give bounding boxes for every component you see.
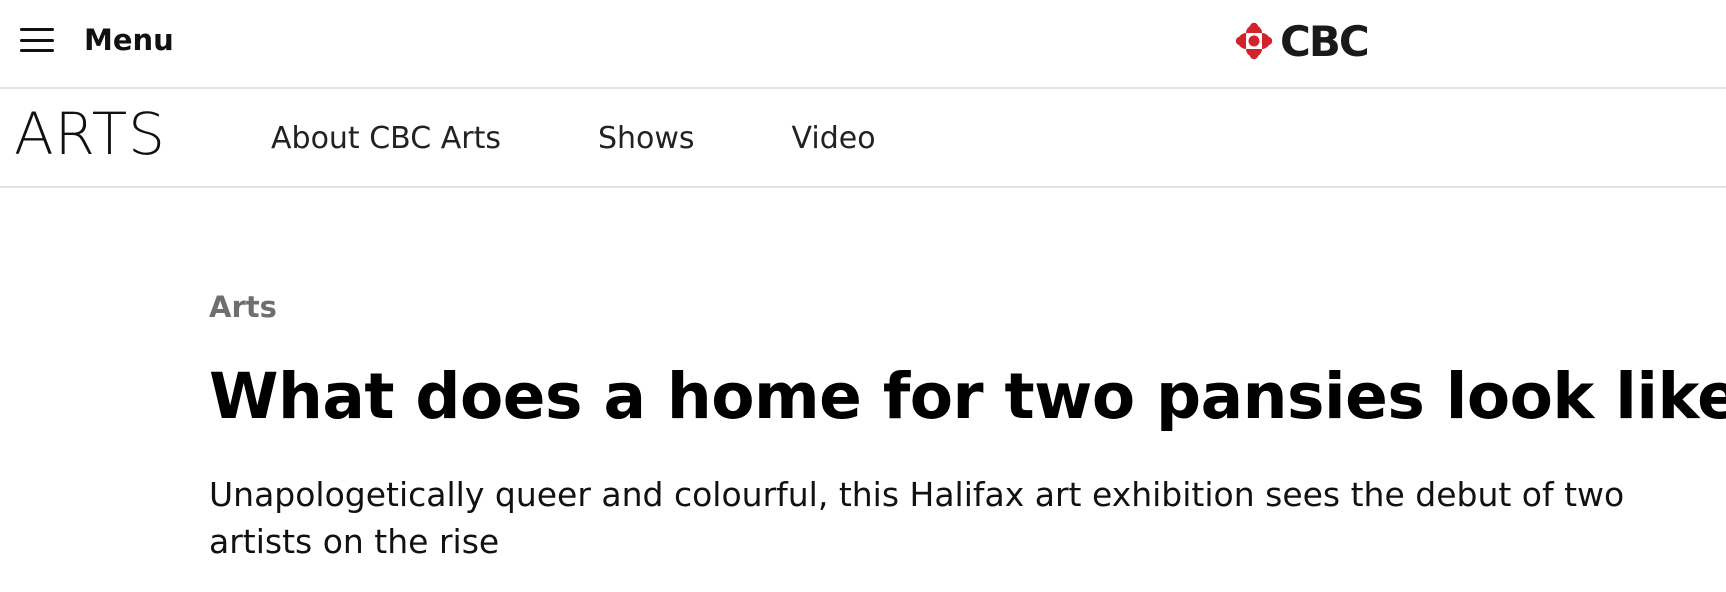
section-nav-links: About CBC Arts Shows Video: [271, 89, 876, 188]
article-deck: Unapologetically queer and colourful, th…: [209, 475, 1625, 562]
article-category-link[interactable]: Arts: [209, 290, 277, 324]
nav-link-about-cbc-arts[interactable]: About CBC Arts: [271, 121, 501, 156]
hamburger-icon: [20, 28, 54, 52]
cbc-gem-icon: [1235, 22, 1273, 60]
top-bar: Menu CBC: [0, 0, 1726, 89]
menu-label: Menu: [84, 23, 174, 57]
section-nav: ARTS About CBC Arts Shows Video: [0, 89, 1726, 188]
nav-link-shows[interactable]: Shows: [598, 121, 695, 156]
article-header: Arts What does a home for two pansies lo…: [209, 290, 1726, 565]
cbc-wordmark: CBC: [1280, 16, 1370, 66]
menu-button[interactable]: Menu: [20, 18, 174, 62]
nav-link-video[interactable]: Video: [792, 121, 876, 156]
article-headline: What does a home for two pansies look li…: [209, 360, 1726, 433]
cbc-logo[interactable]: CBC: [1234, 16, 1370, 66]
arts-section-logo[interactable]: ARTS: [14, 105, 166, 163]
